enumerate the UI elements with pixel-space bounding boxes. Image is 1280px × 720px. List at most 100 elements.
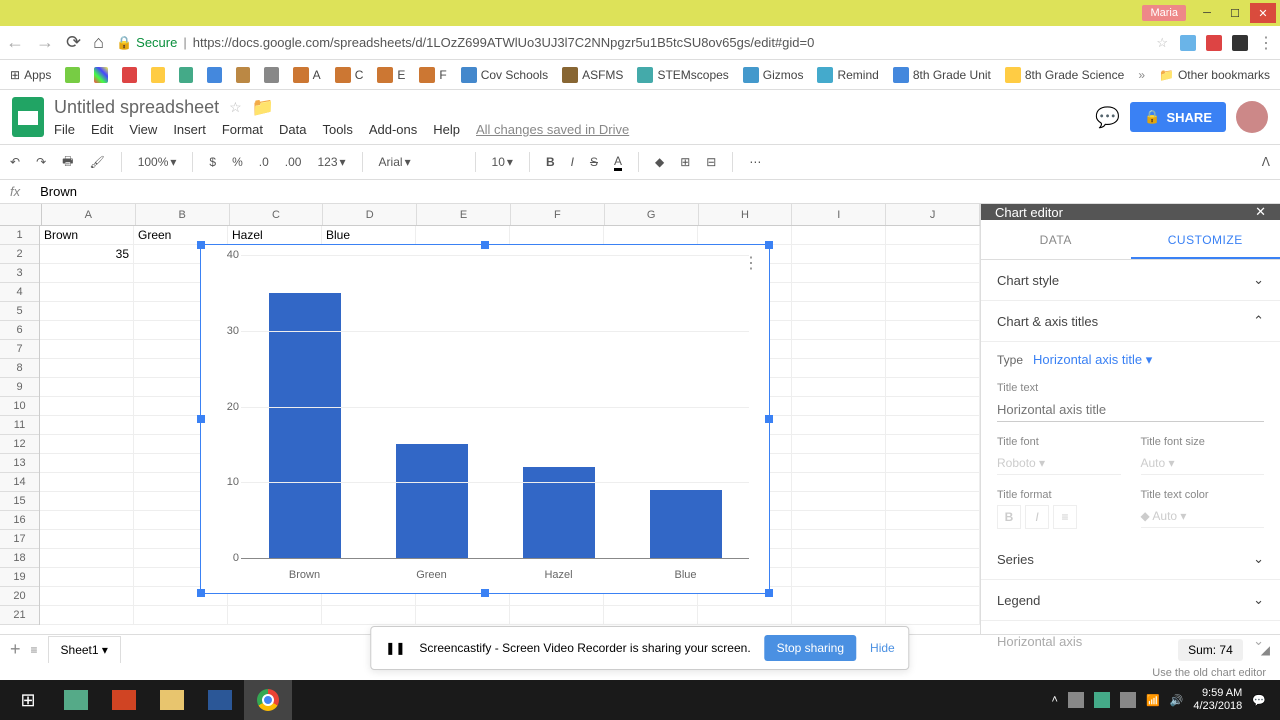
row-header[interactable]: 18 [0,549,39,568]
menu-edit[interactable]: Edit [91,122,113,137]
cell[interactable] [792,435,886,453]
bookmark-icon[interactable] [179,67,193,83]
star-icon[interactable]: ☆ [229,99,242,116]
bookmark[interactable]: STEMscopes [637,67,728,83]
row-header[interactable]: 11 [0,416,39,435]
cell[interactable] [886,473,980,491]
bookmark[interactable]: A [293,67,321,83]
font-select[interactable]: Roboto ▾ [997,452,1121,475]
cell[interactable] [698,226,792,244]
taskbar-app[interactable] [196,680,244,720]
more-button[interactable]: ⋯ [749,155,761,169]
menu-tools[interactable]: Tools [322,122,352,137]
cell[interactable]: Brown [40,226,134,244]
col-header[interactable]: C [230,204,324,225]
menu-data[interactable]: Data [279,122,306,137]
doc-title[interactable]: Untitled spreadsheet [54,97,219,118]
zoom-select[interactable]: 100% ▾ [138,155,177,169]
cell[interactable] [886,264,980,282]
cell[interactable] [792,321,886,339]
print-button[interactable]: 🖶 [62,152,73,173]
bookmark[interactable]: Gizmos [743,67,804,83]
bookmark-icon[interactable] [236,67,250,83]
chart-bar[interactable] [269,293,341,558]
col-header[interactable]: E [417,204,511,225]
star-icon[interactable]: ☆ [1156,35,1168,51]
section-series[interactable]: Series⌄ [981,539,1280,580]
formula-input[interactable]: Brown [40,184,77,199]
cell[interactable] [228,606,322,624]
undo-button[interactable]: ↶ [10,155,20,169]
maximize-button[interactable]: ☐ [1222,3,1248,23]
cell[interactable] [792,226,886,244]
tray-network-icon[interactable]: 📶 [1146,694,1160,707]
cell[interactable] [886,511,980,529]
cell[interactable] [792,530,886,548]
cell[interactable] [792,378,886,396]
font-select[interactable]: Arial ▾ [379,155,459,169]
menu-format[interactable]: Format [222,122,263,137]
taskbar-chrome[interactable] [244,680,292,720]
bold-button[interactable]: B [546,155,555,169]
number-format-button[interactable]: 123 ▾ [317,155,345,169]
reload-button[interactable]: ⟳ [66,32,81,53]
col-header[interactable]: F [511,204,605,225]
bookmark-icon[interactable] [151,67,165,83]
cell[interactable] [40,283,134,301]
cell[interactable] [40,378,134,396]
cell[interactable] [792,264,886,282]
section-chart-style[interactable]: Chart style⌄ [981,260,1280,301]
cell[interactable] [792,302,886,320]
chart-bar[interactable] [523,467,595,558]
cell[interactable] [886,416,980,434]
cell[interactable] [416,606,510,624]
cell[interactable]: 35 [40,245,134,263]
row-header[interactable]: 9 [0,378,39,397]
cell[interactable] [792,359,886,377]
decimal-dec-button[interactable]: .0 [259,155,269,169]
cell[interactable] [40,530,134,548]
cell[interactable] [134,606,228,624]
bookmark-icon[interactable] [264,67,278,83]
cell[interactable] [886,378,980,396]
cell[interactable] [40,416,134,434]
cell[interactable] [40,302,134,320]
minimize-button[interactable]: ─ [1194,3,1220,23]
add-sheet-button[interactable]: + [10,639,21,660]
cell[interactable] [40,264,134,282]
merge-button[interactable]: ⊟ [706,155,716,169]
cell[interactable] [886,283,980,301]
cell[interactable] [416,226,510,244]
collapse-toolbar-button[interactable]: ᐱ [1262,155,1270,169]
cell[interactable] [792,568,886,586]
type-select[interactable]: Horizontal axis title ▾ [1033,352,1152,368]
menu-icon[interactable]: ⋮ [1258,33,1274,53]
row-header[interactable]: 1 [0,226,39,245]
forward-button[interactable]: → [36,32,54,53]
bookmark[interactable]: 8th Grade Science [1005,67,1124,83]
select-all-corner[interactable] [0,204,42,225]
home-button[interactable]: ⌂ [93,32,104,53]
chart[interactable]: ⋮ 010203040 BrownGreenHazelBlue [200,244,770,594]
col-header[interactable]: B [136,204,230,225]
col-header[interactable]: G [605,204,699,225]
cell[interactable] [40,606,134,624]
italic-button[interactable]: I [571,155,574,169]
borders-button[interactable]: ⊞ [680,155,690,169]
sheet-tab[interactable]: Sheet1 ▾ [48,636,121,663]
cell[interactable] [40,473,134,491]
back-button[interactable]: ← [6,32,24,53]
tab-data[interactable]: DATA [981,220,1131,259]
close-icon[interactable]: ✕ [1255,204,1266,220]
redo-button[interactable]: ↷ [36,155,46,169]
row-header[interactable]: 8 [0,359,39,378]
fill-color-button[interactable]: ◆ [655,155,664,169]
row-header[interactable]: 2 [0,245,39,264]
bookmark[interactable]: Remind [817,67,878,83]
text-color-button[interactable]: A [614,154,622,171]
row-header[interactable]: 10 [0,397,39,416]
all-sheets-button[interactable]: ≡ [31,643,38,657]
menu-file[interactable]: File [54,122,75,137]
italic-button[interactable]: I [1025,505,1049,529]
percent-button[interactable]: % [232,155,243,169]
